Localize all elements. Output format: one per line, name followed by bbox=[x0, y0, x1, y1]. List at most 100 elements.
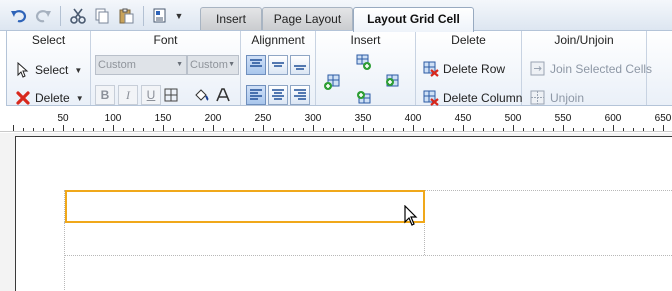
align-bottom-button[interactable] bbox=[290, 55, 310, 75]
font-size-combo[interactable]: Custom ▼ bbox=[187, 55, 239, 75]
paste-icon[interactable] bbox=[115, 5, 137, 27]
ruler-tick bbox=[313, 125, 314, 131]
ruler-tick bbox=[293, 128, 294, 131]
fill-color-icon[interactable] bbox=[191, 85, 211, 105]
ruler-tick bbox=[243, 128, 244, 131]
redo-icon[interactable] bbox=[32, 5, 54, 27]
ruler-tick bbox=[663, 125, 664, 131]
ruler-tick bbox=[333, 128, 334, 131]
chevron-down-icon: ▼ bbox=[228, 61, 235, 68]
ruler-tick bbox=[133, 128, 134, 131]
design-canvas bbox=[0, 133, 672, 291]
ruler-label: 300 bbox=[304, 113, 322, 124]
align-right-button[interactable] bbox=[290, 85, 310, 105]
chevron-down-icon[interactable]: ▼ bbox=[175, 11, 184, 21]
ruler-tick bbox=[373, 128, 374, 131]
align-middle-button[interactable] bbox=[268, 55, 288, 75]
join-selected-cells-button[interactable]: Join Selected Cells bbox=[530, 58, 652, 80]
insert-group: Insert bbox=[316, 31, 416, 105]
ruler-tick bbox=[53, 128, 54, 131]
border-icon[interactable] bbox=[161, 85, 181, 105]
font-color-icon[interactable] bbox=[213, 85, 233, 105]
font-size-value: Custom bbox=[190, 59, 228, 71]
insert-column-left-icon[interactable] bbox=[323, 73, 341, 91]
ruler-tick bbox=[433, 128, 434, 131]
ruler-label: 500 bbox=[504, 113, 522, 124]
font-name-combo[interactable]: Custom ▼ bbox=[95, 55, 187, 75]
bold-button[interactable]: B bbox=[95, 85, 115, 105]
ruler-label: 550 bbox=[554, 113, 572, 124]
ruler-tick bbox=[533, 128, 534, 131]
cut-icon[interactable] bbox=[67, 5, 89, 27]
tab-page-layout[interactable]: Page Layout bbox=[262, 7, 353, 31]
select-group: Select Select ▼ Delete ▼ bbox=[7, 31, 91, 105]
selected-grid-cell[interactable] bbox=[65, 190, 425, 223]
ruler-label: 200 bbox=[204, 113, 222, 124]
page-area bbox=[15, 136, 672, 291]
ruler-tick bbox=[13, 125, 14, 131]
ruler-label: 100 bbox=[104, 113, 122, 124]
ruler-tick bbox=[183, 128, 184, 131]
delete-button[interactable]: Delete ▼ bbox=[15, 87, 84, 109]
ruler-label: 250 bbox=[254, 113, 272, 124]
join-group: Join/Unjoin Join Selected Cells Unjoin bbox=[522, 31, 652, 105]
grid-row-line bbox=[64, 255, 672, 256]
ruler-tick bbox=[503, 128, 504, 131]
delete-row-icon bbox=[423, 61, 439, 77]
ruler-tick bbox=[603, 128, 604, 131]
insert-row-above-icon[interactable] bbox=[355, 53, 373, 71]
join-selected-cells-label: Join Selected Cells bbox=[550, 62, 653, 76]
mouse-cursor-icon bbox=[404, 204, 418, 230]
ruler-label: 450 bbox=[454, 113, 472, 124]
red-x-icon bbox=[15, 90, 31, 106]
alignment-group-title: Alignment bbox=[251, 33, 305, 47]
copy-icon[interactable] bbox=[91, 5, 113, 27]
delete-column-button[interactable]: Delete Column bbox=[423, 87, 522, 109]
delete-button-label: Delete bbox=[35, 91, 70, 105]
ruler-tick bbox=[443, 128, 444, 131]
insert-group-title: Insert bbox=[350, 33, 381, 47]
tab-insert[interactable]: Insert bbox=[200, 7, 262, 31]
ruler-tick bbox=[203, 128, 204, 131]
chevron-down-icon: ▼ bbox=[75, 93, 84, 103]
ruler-tick bbox=[483, 128, 484, 131]
unjoin-button[interactable]: Unjoin bbox=[530, 87, 584, 109]
ruler-tick bbox=[303, 128, 304, 131]
select-button[interactable]: Select ▼ bbox=[15, 59, 82, 81]
delete-row-button[interactable]: Delete Row bbox=[423, 58, 505, 80]
ruler-tick bbox=[453, 128, 454, 131]
select-button-label: Select bbox=[35, 63, 69, 77]
font-group: Font Custom ▼ Custom ▼ B I U bbox=[91, 31, 241, 105]
ruler-tick bbox=[163, 125, 164, 131]
ruler-tick bbox=[593, 128, 594, 131]
underline-button[interactable]: U bbox=[141, 85, 161, 105]
ruler-label: 400 bbox=[404, 113, 422, 124]
component-icon[interactable]: ▼ bbox=[150, 5, 186, 27]
ruler-tick bbox=[73, 128, 74, 131]
align-center-button[interactable] bbox=[268, 85, 288, 105]
ruler-tick bbox=[343, 128, 344, 131]
align-left-button[interactable] bbox=[246, 85, 266, 105]
font-name-value: Custom bbox=[98, 59, 136, 71]
chevron-down-icon: ▼ bbox=[74, 65, 83, 75]
ruler-tick bbox=[423, 128, 424, 131]
unjoin-label: Unjoin bbox=[550, 91, 585, 105]
ruler-tick bbox=[63, 125, 64, 131]
tab-layout-grid-cell[interactable]: Layout Grid Cell bbox=[353, 7, 474, 32]
ruler-label: 350 bbox=[354, 113, 372, 124]
insert-row-below-icon[interactable] bbox=[355, 89, 373, 107]
ruler-label: 50 bbox=[57, 113, 69, 124]
undo-icon[interactable] bbox=[8, 5, 30, 27]
ruler-tick bbox=[403, 128, 404, 131]
ruler-tick bbox=[613, 125, 614, 131]
ruler-tick bbox=[353, 128, 354, 131]
ruler-tick bbox=[513, 125, 514, 131]
ruler-tick bbox=[463, 125, 464, 131]
align-top-button[interactable] bbox=[246, 55, 266, 75]
insert-column-right-icon[interactable] bbox=[385, 73, 403, 91]
ruler-tick bbox=[223, 128, 224, 131]
ruler-label: 150 bbox=[154, 113, 172, 124]
title-toolbar: ▼ Insert Page Layout Layout Grid Cell bbox=[0, 0, 672, 32]
italic-button[interactable]: I bbox=[118, 85, 138, 105]
ruler-tick bbox=[493, 128, 494, 131]
